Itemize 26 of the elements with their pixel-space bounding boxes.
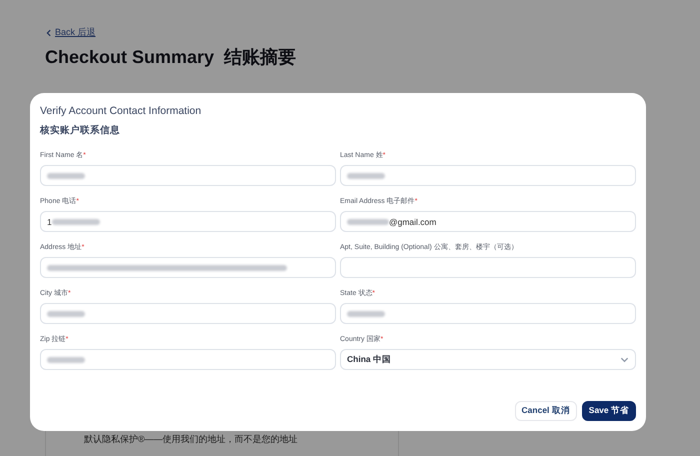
input-field[interactable] <box>340 303 636 324</box>
input-field[interactable] <box>340 257 636 278</box>
privacy-notice: 默认隐私保护®——使用我们的地址，而不是您的地址 <box>84 433 299 446</box>
back-link[interactable]: Back 后退 <box>45 26 96 39</box>
chevron-left-icon <box>45 28 53 36</box>
blurred-text <box>347 218 389 224</box>
input-field[interactable] <box>340 165 636 186</box>
input-field[interactable] <box>40 349 336 370</box>
blurred-text <box>47 172 85 178</box>
country-dropdown[interactable]: China 中国 <box>340 349 636 370</box>
input-field[interactable] <box>40 257 336 278</box>
input-field[interactable]: @gmail.com <box>340 211 636 232</box>
blurred-text <box>52 218 100 224</box>
input-field[interactable]: 1 <box>40 211 336 232</box>
save-button[interactable]: Save 节省 <box>582 401 636 421</box>
blurred-text <box>47 356 85 362</box>
dialog-title: Verify Account Contact Information <box>40 105 202 117</box>
dialog-subtitle: 核实账户联系信息 <box>40 124 121 137</box>
chevron-down-icon <box>620 355 629 364</box>
input-field[interactable] <box>40 165 336 186</box>
blurred-text <box>47 310 85 316</box>
blurred-text <box>347 310 385 316</box>
blurred-text <box>347 172 385 178</box>
cancel-button[interactable]: Cancel 取消 <box>514 401 577 421</box>
input-field[interactable] <box>40 303 336 324</box>
page-title: Checkout Summary 结账摘要 <box>45 46 296 69</box>
